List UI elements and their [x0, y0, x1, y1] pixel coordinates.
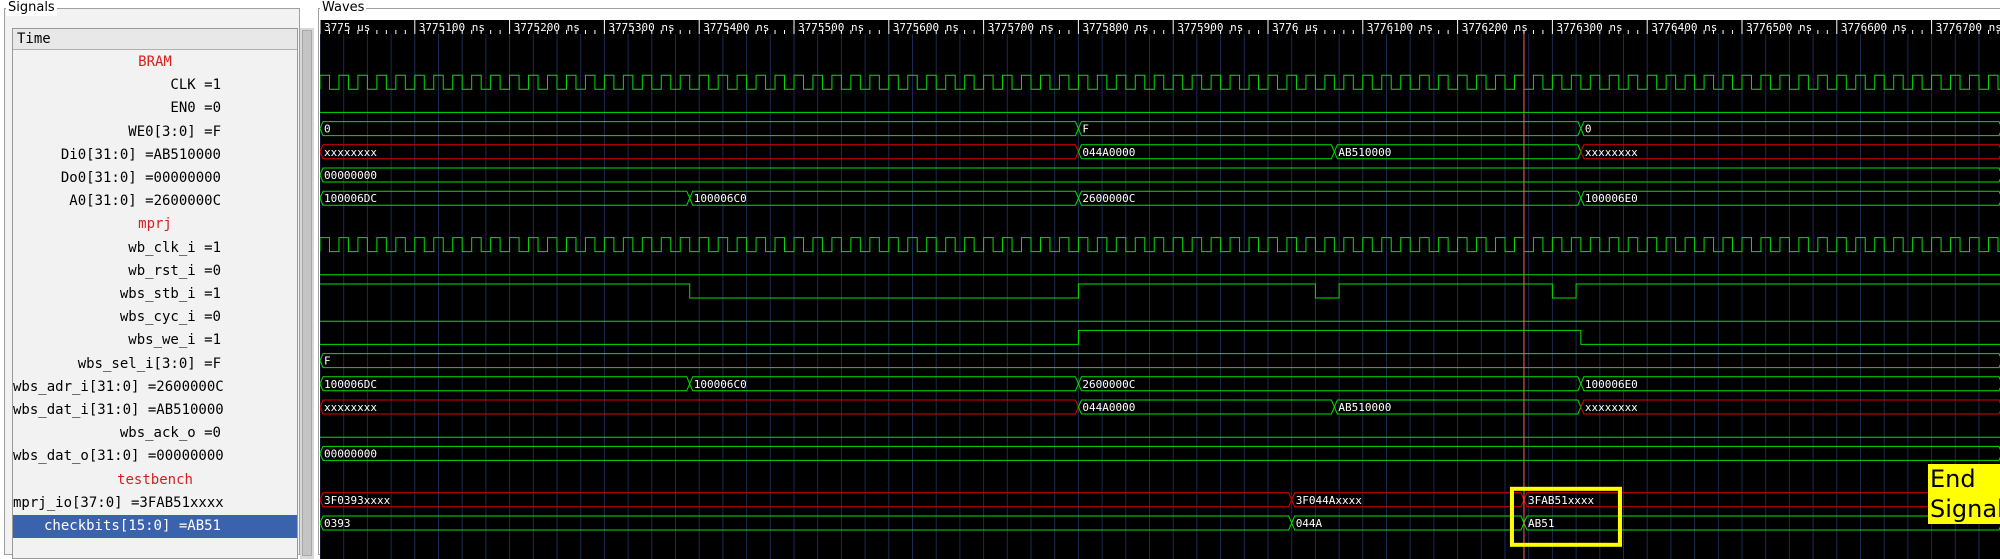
bus-value-label: xxxxxxxx — [324, 146, 377, 159]
ruler-tick-label: 3775200 ns — [514, 21, 580, 34]
signal-list[interactable]: Time BRAM CLK =1 EN0 =0 WE0[3:0] =F Di0[31:0… — [12, 28, 298, 559]
bus-value-label: 3FAB51xxxx — [1528, 494, 1595, 507]
signal-row-wbs-dat-i[interactable]: wbs_dat_i[31:0] =AB510000 — [13, 399, 297, 422]
bus-value-label: 100006DC — [324, 192, 377, 205]
bus-value-label: F — [1082, 123, 1089, 136]
clock-trace — [320, 74, 2000, 90]
ruler-tick-label: 3776 us — [1272, 21, 1318, 34]
ruler-tick-label: 3775300 ns — [608, 21, 674, 34]
bus-value-label: 100006E0 — [1585, 192, 1638, 205]
bus-value-label: 00000000 — [324, 169, 377, 182]
ruler-tick-label: 3776600 ns — [1841, 21, 1907, 34]
signal-row-wbs-sel-i[interactable]: wbs_sel_i[3:0] =F — [13, 353, 297, 376]
signal-row-wbs-stb-i[interactable]: wbs_stb_i =1 — [13, 283, 297, 306]
signal-row-wbs-ack-o[interactable]: wbs_ack_o =0 — [13, 422, 297, 445]
signal-row-wbs-adr-i[interactable]: wbs_adr_i[31:0] =2600000C — [13, 376, 297, 399]
bus-value-label: 3F0393xxxx — [324, 494, 391, 507]
bus-value-label: 3F044Axxxx — [1296, 494, 1363, 507]
ruler-tick-label: 3776400 ns — [1651, 21, 1717, 34]
waves-panel-title: Waves — [320, 0, 367, 16]
bus-value-label: AB510000 — [1338, 401, 1391, 414]
bus-value-label: xxxxxxxx — [324, 401, 377, 414]
bus-value-label: 044A0000 — [1082, 401, 1135, 414]
scrollbar-thumb[interactable] — [302, 30, 312, 556]
ruler-tick-label: 3775700 ns — [988, 21, 1054, 34]
group-label-mprj[interactable]: mprj — [13, 213, 297, 236]
bus-segment — [1580, 121, 2000, 137]
bit-trace — [320, 329, 2000, 345]
waveform-viewer[interactable]: 3775 us 3775100 ns 3775200 ns 3775300 ns 377… — [320, 20, 2000, 559]
bus-value-label: 0 — [1585, 123, 1592, 136]
waveform-canvas[interactable]: 3775 us 3775100 ns 3775200 ns 3775300 ns 377… — [320, 20, 2000, 559]
signal-row-en0[interactable]: EN0 =0 — [13, 97, 297, 120]
bus-value-label: 044A0000 — [1082, 146, 1135, 159]
signal-row-wbs-cyc-i[interactable]: wbs_cyc_i =0 — [13, 306, 297, 329]
signal-row-wb-rst-i[interactable]: wb_rst_i =0 — [13, 260, 297, 283]
bus-segment — [689, 376, 1079, 392]
bus-segment — [1580, 190, 2000, 206]
signal-row-wbs-dat-o[interactable]: wbs_dat_o[31:0] =00000000 — [13, 445, 297, 468]
bus-segment — [1291, 515, 1525, 531]
ruler-tick-label: 3776500 ns — [1746, 21, 1812, 34]
ruler-tick-label: 3775100 ns — [419, 21, 485, 34]
ruler-tick-label: 3776200 ns — [1462, 21, 1528, 34]
ruler-tick-label: 3776300 ns — [1556, 21, 1622, 34]
signal-row-wb-clk-i[interactable]: wb_clk_i =1 — [13, 237, 297, 260]
ruler-tick-label: 3775500 ns — [798, 21, 864, 34]
bus-segment — [1580, 376, 2000, 392]
signal-row-mprj-io[interactable]: mprj_io[37:0] =3FAB51xxxx — [13, 492, 297, 515]
bus-segment — [320, 492, 1293, 508]
signal-row-wbs-we-i[interactable]: wbs_we_i =1 — [13, 329, 297, 352]
bus-value-label: 0393 — [324, 517, 351, 530]
bus-segment — [320, 353, 2000, 369]
bus-segment — [1580, 399, 2000, 415]
bus-value-label: 100006DC — [324, 378, 377, 391]
bus-value-label: AB51 — [1528, 517, 1555, 530]
ruler-tick-label: 3775400 ns — [703, 21, 769, 34]
ruler-tick-label: 3775900 ns — [1177, 21, 1243, 34]
bus-segment — [320, 515, 1293, 531]
bus-value-label: 100006C0 — [694, 378, 747, 391]
bus-value-label: 2600000C — [1082, 378, 1135, 391]
signal-row-do0[interactable]: Do0[31:0] =00000000 — [13, 167, 297, 190]
group-label-bram[interactable]: BRAM — [13, 51, 297, 74]
bus-value-label: xxxxxxxx — [1585, 146, 1638, 159]
bus-value-label: 100006E0 — [1585, 378, 1638, 391]
signal-row-a0[interactable]: A0[31:0] =2600000C — [13, 190, 297, 213]
ruler-tick-label: 3775800 ns — [1082, 21, 1148, 34]
bus-segment — [1580, 144, 2000, 160]
group-label-testbench[interactable]: testbench — [13, 469, 297, 492]
bus-value-label: 2600000C — [1082, 192, 1135, 205]
signal-row-clk[interactable]: CLK =1 — [13, 74, 297, 97]
bus-value-label: F — [324, 355, 331, 368]
signals-panel-title: Signals — [6, 0, 57, 16]
clock-trace — [320, 237, 2000, 253]
bus-segment — [689, 190, 1079, 206]
bus-value-label: 044A — [1296, 517, 1323, 530]
bus-value-label: 00000000 — [324, 447, 377, 460]
bus-value-label: 100006C0 — [694, 192, 747, 205]
bit-trace — [320, 283, 2000, 299]
end-signal-annotation-label: End Signal — [1928, 464, 2000, 524]
bus-segment — [320, 167, 2000, 183]
signal-row-we0[interactable]: WE0[3:0] =F — [13, 121, 297, 144]
ruler-tick-label: 3776700 ns — [1936, 21, 2000, 34]
bus-value-label: xxxxxxxx — [1585, 401, 1638, 414]
bus-value-label: 0 — [324, 123, 331, 136]
time-header[interactable]: Time — [13, 29, 297, 50]
ruler-tick-label: 3776100 ns — [1367, 21, 1433, 34]
ruler-tick-label: 3775 us — [324, 21, 370, 34]
bus-segment — [320, 445, 2000, 461]
signal-row-checkbits[interactable]: checkbits[15:0] =AB51 — [13, 515, 297, 538]
signals-scrollbar[interactable] — [300, 28, 314, 559]
bus-value-label: AB510000 — [1338, 146, 1391, 159]
signal-row-di0[interactable]: Di0[31:0] =AB510000 — [13, 144, 297, 167]
ruler-tick-label: 3775600 ns — [893, 21, 959, 34]
